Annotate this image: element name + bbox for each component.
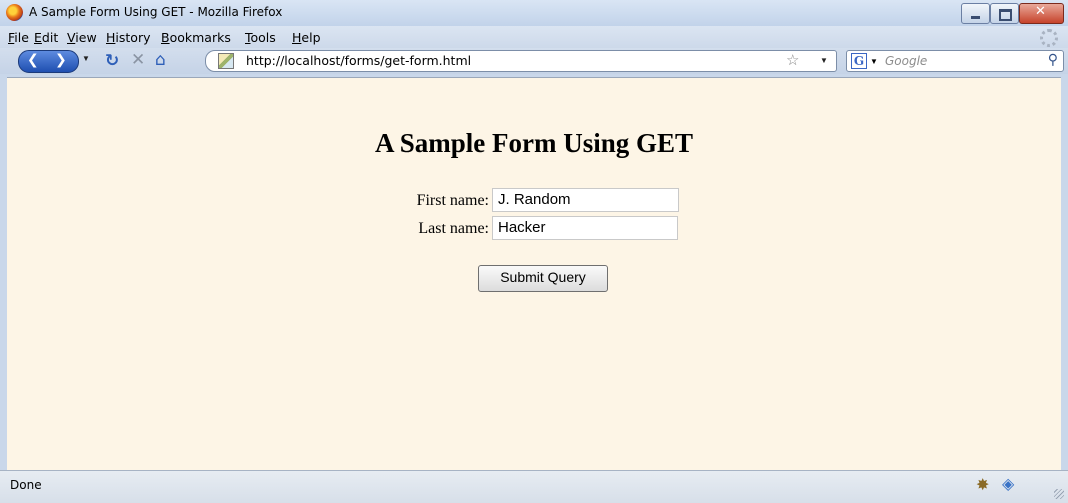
history-dropdown-icon[interactable]: ▼ <box>82 54 90 63</box>
back-forward-buttons: ❮ ❯ <box>18 50 79 73</box>
throbber-icon <box>1040 29 1058 47</box>
firefox-logo-icon <box>6 4 23 21</box>
url-text[interactable]: http://localhost/forms/get-form.html <box>246 53 471 68</box>
back-button[interactable]: ❮ <box>27 52 39 68</box>
menu-history[interactable]: History <box>106 30 150 45</box>
page-content: A Sample Form Using GET First name: J. R… <box>7 77 1061 471</box>
first-name-label: First name: <box>416 192 489 209</box>
menu-tools[interactable]: Tools <box>245 30 276 45</box>
menu-help[interactable]: Help <box>292 30 321 45</box>
window-title: A Sample Form Using GET - Mozilla Firefo… <box>29 5 283 19</box>
first-name-row: First name: J. Random <box>7 188 1061 214</box>
menu-file[interactable]: File <box>8 30 29 45</box>
search-icon[interactable]: ⚲ <box>1048 52 1058 68</box>
home-icon[interactable]: ⌂ <box>155 50 166 70</box>
address-bar[interactable]: http://localhost/forms/get-form.html ☆ ▼ <box>205 50 837 72</box>
search-placeholder[interactable]: Google <box>885 54 927 68</box>
maximize-button[interactable] <box>990 3 1019 24</box>
last-name-row: Last name: Hacker <box>7 216 1061 242</box>
url-dropdown-icon[interactable]: ▼ <box>820 56 828 65</box>
submit-query-button[interactable]: Submit Query <box>478 265 608 292</box>
search-box[interactable]: G ▼ Google ⚲ <box>846 50 1064 72</box>
firebug-icon[interactable]: ✸ <box>976 475 989 495</box>
last-name-input[interactable]: Hacker <box>492 216 678 240</box>
last-name-label: Last name: <box>418 220 489 237</box>
menu-bookmarks[interactable]: Bookmarks <box>161 30 231 45</box>
stop-icon[interactable]: ✕ <box>131 50 145 70</box>
menu-edit[interactable]: Edit <box>34 30 58 45</box>
resize-grip-icon[interactable] <box>1054 489 1064 499</box>
window-title-bar[interactable]: A Sample Form Using GET - Mozilla Firefo… <box>0 0 1068 26</box>
site-favicon-icon <box>218 53 234 69</box>
forward-button[interactable]: ❯ <box>55 52 67 68</box>
menu-bar: File Edit View History Bookmarks Tools H… <box>0 26 1068 48</box>
first-name-input[interactable]: J. Random <box>492 188 679 212</box>
page-heading: A Sample Form Using GET <box>374 128 694 158</box>
status-bar: Done ✸ ◈ <box>0 470 1068 503</box>
reload-icon[interactable]: ↻ <box>105 51 119 71</box>
navigation-toolbar: ❮ ❯ ▼ ↻ ✕ ⌂ http://localhost/forms/get-f… <box>0 48 1068 74</box>
search-engine-icon[interactable]: G <box>851 53 867 69</box>
sync-icon[interactable]: ◈ <box>1002 474 1014 494</box>
menu-view[interactable]: View <box>67 30 97 45</box>
close-button[interactable] <box>1019 3 1064 24</box>
status-text: Done <box>10 478 42 492</box>
minimize-button[interactable] <box>961 3 990 24</box>
search-engine-dropdown-icon[interactable]: ▼ <box>870 57 878 66</box>
bookmark-star-icon[interactable]: ☆ <box>786 51 799 69</box>
